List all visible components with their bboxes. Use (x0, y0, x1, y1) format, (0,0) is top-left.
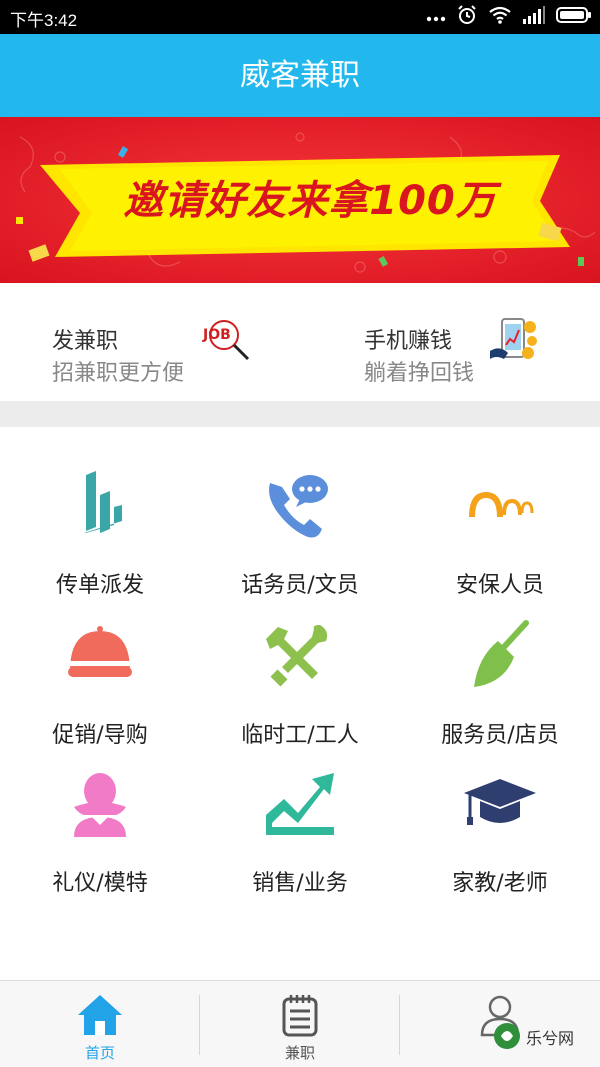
category-label: 销售/业务 (252, 871, 348, 896)
invite-banner[interactable]: 邀请好友来拿100万 (0, 117, 600, 283)
battery-icon (556, 6, 592, 28)
nav-home[interactable]: 首页 (0, 981, 200, 1067)
bottom-nav: 首页 兼职 乐兮网 (0, 980, 600, 1067)
notebook-icon (276, 991, 324, 1039)
svg-text:JOB: JOB (202, 327, 231, 343)
signal-icon (522, 5, 546, 29)
site-watermark: 乐兮网 (492, 1015, 592, 1059)
status-bar: 下午3:42 (0, 0, 600, 34)
phone-coins-icon (488, 315, 542, 373)
nav-label: 兼职 (284, 1044, 315, 1062)
watermark-text: 乐兮网 (526, 1029, 575, 1048)
category-waiter[interactable]: 服务员/店员 (400, 577, 600, 748)
phone-chat-icon (262, 467, 338, 543)
alarm-icon (456, 4, 478, 30)
category-security[interactable]: 安保人员 (400, 427, 600, 598)
chart-up-icon (262, 765, 338, 841)
security-icon (462, 467, 538, 543)
nav-label: 首页 (84, 1044, 115, 1062)
leaflet-icon (62, 467, 138, 543)
category-phone-clerk[interactable]: 话务员/文员 (200, 427, 400, 598)
category-sales[interactable]: 销售/业务 (200, 725, 400, 896)
status-time: 下午3:42 (10, 11, 78, 30)
category-worker[interactable]: 临时工/工人 (200, 577, 400, 748)
home-icon (76, 991, 124, 1039)
promo-title: 发兼职 (52, 329, 119, 354)
category-promotion[interactable]: 促销/导购 (0, 577, 200, 748)
section-divider (0, 401, 600, 427)
promo-subtitle: 招兼职更方便 (52, 361, 185, 386)
category-grid: 传单派发 话务员/文员 安保人员 促销/导购 临时工/工人 服务员/店员 礼仪/… (0, 427, 600, 980)
category-label: 礼仪/模特 (52, 871, 148, 896)
wifi-icon (488, 5, 512, 29)
category-leaflet[interactable]: 传单派发 (0, 427, 200, 598)
promo-row: 发兼职 招兼职更方便 JOB 手机赚钱 躺着挣回钱 (0, 283, 600, 401)
broom-icon (462, 617, 538, 693)
more-dots-icon (426, 5, 446, 29)
banner-headline: 邀请好友来拿100万 (123, 178, 497, 224)
graduation-cap-icon (462, 765, 538, 841)
cap-icon (62, 617, 138, 693)
category-etiquette[interactable]: 礼仪/模特 (0, 725, 200, 896)
promo-post-job[interactable]: 发兼职 招兼职更方便 JOB (0, 283, 300, 401)
title-bar: 威客兼职 (0, 34, 600, 117)
status-icons (426, 5, 592, 29)
promo-subtitle: 躺着挣回钱 (364, 361, 475, 386)
app-screen: 下午3:42 威客兼职 邀请好友来拿100万 发兼职 招兼职更方便 JOB 手机… (0, 0, 600, 1067)
watermark-logo-icon (494, 1023, 520, 1049)
category-label: 家教/老师 (452, 871, 548, 896)
nav-jobs[interactable]: 兼职 (200, 981, 400, 1067)
tools-icon (262, 617, 338, 693)
category-tutor[interactable]: 家教/老师 (400, 725, 600, 896)
promo-title: 手机赚钱 (364, 329, 453, 354)
promo-phone-earn[interactable]: 手机赚钱 躺着挣回钱 (300, 283, 600, 401)
job-magnifier-icon: JOB (200, 315, 256, 367)
page-title: 威客兼职 (240, 58, 360, 93)
lady-icon (62, 765, 138, 841)
